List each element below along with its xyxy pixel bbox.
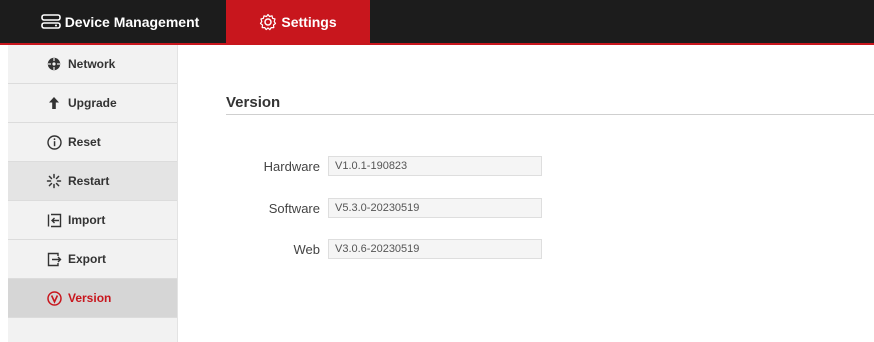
tab-device-management[interactable]: Device Management (16, 0, 224, 43)
sidebar-item-reset[interactable]: Reset (8, 123, 177, 162)
sidebar-item-restart[interactable]: Restart (8, 162, 177, 201)
sidebar-item-label: Upgrade (68, 96, 117, 110)
hardware-row: Hardware V1.0.1-190823 (226, 156, 542, 176)
sidebar: Network Upgrade Reset Restart Import Exp… (8, 45, 178, 342)
spinner-icon (46, 173, 62, 189)
export-icon (46, 251, 62, 267)
sidebar-item-label: Version (68, 291, 112, 305)
sidebar-item-label: Reset (68, 135, 101, 149)
network-icon (46, 56, 62, 72)
sidebar-item-label: Export (68, 252, 107, 266)
software-value-field: V5.3.0-20230519 (328, 198, 542, 218)
hardware-value-field: V1.0.1-190823 (328, 156, 542, 176)
sidebar-item-network[interactable]: Network (8, 45, 177, 84)
software-row: Software V5.3.0-20230519 (226, 198, 542, 218)
version-icon (46, 290, 62, 306)
sidebar-item-label: Restart (68, 174, 110, 188)
info-circle-icon (46, 134, 62, 150)
title-divider (226, 114, 874, 115)
sidebar-item-import[interactable]: Import (8, 201, 177, 240)
gear-icon (259, 13, 277, 31)
sidebar-item-label: Import (68, 213, 106, 227)
hardware-label: Hardware (263, 158, 320, 174)
sidebar-item-version[interactable]: Version (8, 279, 177, 318)
import-icon (46, 212, 62, 228)
top-nav-bar: Device Management Settings (0, 0, 874, 45)
web-label: Web (293, 241, 321, 257)
upgrade-arrow-icon (46, 95, 62, 111)
sidebar-item-export[interactable]: Export (8, 240, 177, 279)
tab-settings-label: Settings (281, 13, 337, 30)
page-title: Version (226, 94, 281, 111)
software-label: Software (268, 200, 320, 216)
web-value-field: V3.0.6-20230519 (328, 239, 542, 259)
sidebar-item-upgrade[interactable]: Upgrade (8, 84, 177, 123)
web-row: Web V3.0.6-20230519 (226, 239, 542, 259)
router-icon (40, 13, 61, 30)
sidebar-item-label: Network (68, 57, 116, 71)
tab-settings[interactable]: Settings (226, 0, 370, 43)
tab-device-label: Device Management (64, 13, 200, 30)
